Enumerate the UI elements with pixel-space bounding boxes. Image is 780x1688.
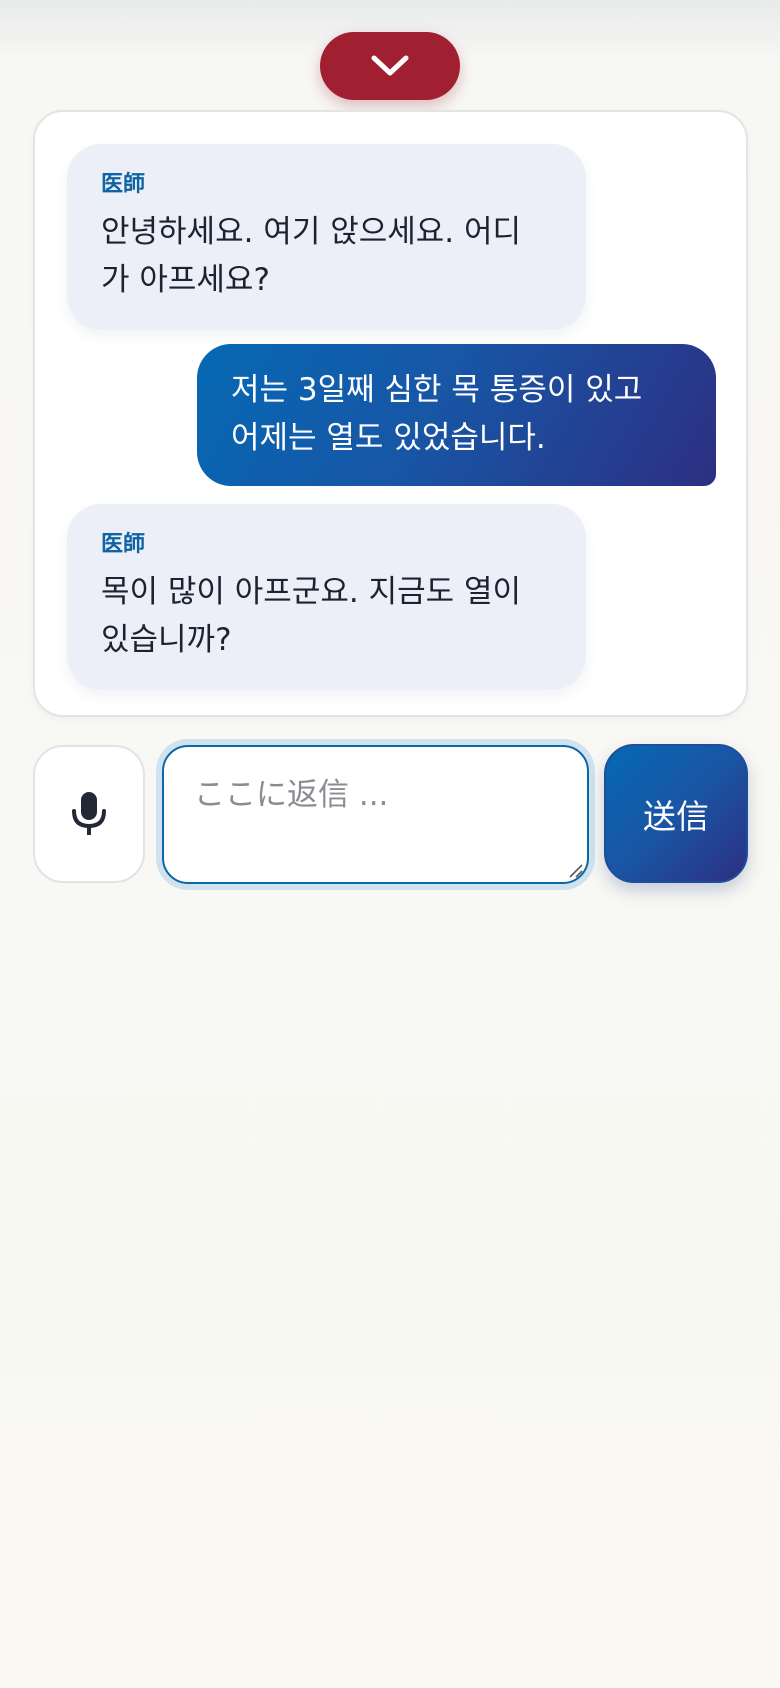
- message-text: 목이 많이 아프군요. 지금도 열이 있습니까?: [101, 568, 552, 664]
- chevron-down-icon: [371, 55, 409, 76]
- message-line: 있습니까?: [101, 622, 232, 658]
- message-sender: 医師: [101, 172, 146, 197]
- collapse-button[interactable]: [320, 32, 460, 100]
- doctor-message: 医師 목이 많이 아프군요. 지금도 열이 있습니까?: [67, 504, 586, 690]
- microphone-icon: [72, 792, 106, 835]
- message-line: 가 아프세요?: [101, 262, 270, 298]
- user-message: 저는 3일째 심한 목 통증이 있고 어제는 열도 있었습니다.: [197, 344, 716, 486]
- microphone-button[interactable]: [33, 745, 145, 883]
- message-text: 저는 3일째 심한 목 통증이 있고 어제는 열도 있었습니다.: [231, 366, 682, 462]
- resize-handle-icon[interactable]: [567, 862, 583, 878]
- doctor-message: 医師 안녕하세요. 여기 앉으세요. 어디 가 아프세요?: [67, 144, 586, 330]
- message-line: 어제는 열도 있었습니다.: [231, 420, 546, 456]
- message-line: 저는 3일째 심한 목 통증이 있고: [231, 372, 643, 408]
- message-text: 안녕하세요. 여기 앉으세요. 어디 가 아프세요?: [101, 208, 552, 304]
- reply-input[interactable]: [162, 745, 589, 884]
- message-line: 목이 많이 아프군요. 지금도 열이: [101, 574, 522, 610]
- reply-field-focus-ring: [156, 739, 595, 890]
- send-button[interactable]: 送信: [604, 744, 748, 883]
- message-sender: 医師: [101, 532, 146, 557]
- send-button-label: 送信: [643, 796, 709, 836]
- message-line: 안녕하세요. 여기 앉으세요. 어디: [101, 214, 522, 250]
- chat-panel: 医師 안녕하세요. 여기 앉으세요. 어디 가 아프세요? 저는 3일째 심한 …: [33, 110, 748, 717]
